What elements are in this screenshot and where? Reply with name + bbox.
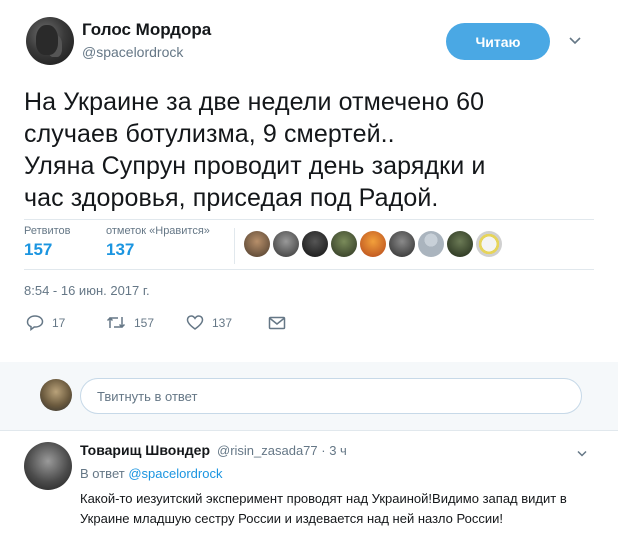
stats-divider: [234, 228, 235, 264]
following-button[interactable]: Читаю: [446, 23, 550, 60]
current-user-avatar: [40, 379, 72, 411]
in-reply-handle-link[interactable]: @spacelordrock: [128, 466, 222, 481]
retweets-count[interactable]: 157: [24, 240, 52, 260]
retweet-count: 157: [134, 315, 155, 330]
likes-count[interactable]: 137: [106, 240, 134, 260]
liker-avatar[interactable]: [447, 231, 473, 257]
reply-count: 17: [52, 315, 66, 330]
tweet-text: На Украине за две недели отмечено 60 слу…: [24, 88, 486, 212]
liker-avatar[interactable]: [331, 231, 357, 257]
likes-label: отметок «Нравится»: [106, 225, 210, 237]
divider: [24, 269, 594, 270]
retweet-action[interactable]: 157: [106, 314, 154, 331]
tweet-timestamp[interactable]: 8:54 - 16 июн. 2017 г.: [24, 283, 150, 298]
retweet-icon: [106, 316, 126, 329]
author-display-name[interactable]: Голос Мордора: [82, 20, 211, 40]
author-handle[interactable]: @spacelordrock: [82, 44, 183, 60]
in-reply-prefix: В ответ: [80, 466, 125, 481]
divider: [24, 219, 594, 220]
liker-avatar[interactable]: [389, 231, 415, 257]
liker-avatar[interactable]: [273, 231, 299, 257]
reply-author-avatar[interactable]: [24, 442, 72, 490]
liker-avatar[interactable]: [476, 231, 502, 257]
in-reply-to: В ответ @spacelordrock: [80, 466, 222, 481]
heart-icon: [186, 315, 204, 330]
reply-text: Какой-то иезуитский эксперимент проводят…: [80, 491, 567, 526]
chevron-down-icon[interactable]: [576, 448, 588, 460]
reply-input[interactable]: Твитнуть в ответ: [80, 378, 582, 414]
chevron-down-icon[interactable]: [568, 34, 582, 48]
reply-author-handle-time[interactable]: @risin_zasada77 · 3 ч: [217, 443, 347, 458]
liker-avatar[interactable]: [360, 231, 386, 257]
like-count: 137: [212, 315, 233, 330]
reply-author-name[interactable]: Товарищ Швондер: [80, 442, 210, 458]
liker-avatar[interactable]: [418, 231, 444, 257]
liker-avatar[interactable]: [302, 231, 328, 257]
like-action[interactable]: 137: [186, 314, 232, 331]
divider: [0, 430, 618, 431]
reply-icon: [26, 315, 44, 331]
envelope-icon[interactable]: [268, 316, 286, 330]
liker-avatar[interactable]: [244, 231, 270, 257]
likers-avatars: [244, 231, 505, 257]
author-avatar[interactable]: [26, 17, 74, 65]
retweets-label: Ретвитов: [24, 225, 71, 237]
reply-action[interactable]: 17: [26, 314, 65, 331]
